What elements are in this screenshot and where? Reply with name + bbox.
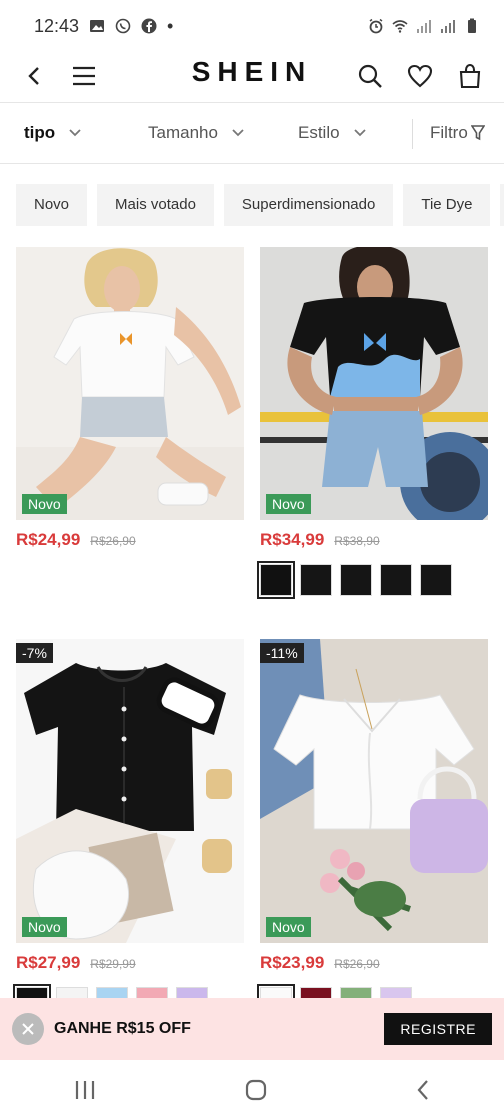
facebook-icon [141, 18, 157, 34]
quick-filter-chips: Novo Mais votado Superdimensionado Tie Dye [16, 184, 504, 226]
product-photo-4 [260, 639, 488, 943]
new-badge: Novo [22, 917, 67, 937]
home-icon[interactable] [244, 1078, 268, 1102]
sale-price: R$27,99 [16, 953, 81, 972]
color-swatches [257, 561, 488, 599]
product-photo-1 [16, 247, 244, 520]
filter-divider [412, 119, 413, 149]
price-row: R$27,99 R$29,99 [16, 953, 244, 973]
price-row: R$24,99 R$26,90 [16, 530, 244, 550]
signal-icon [417, 20, 431, 33]
wishlist-heart-icon[interactable] [402, 58, 438, 94]
promo-text: GANHE R$15 OFF [54, 1020, 191, 1037]
filter-style[interactable]: Estilo [298, 103, 366, 163]
chip-new[interactable]: Novo [16, 184, 88, 226]
discount-badge: -11% [260, 643, 304, 663]
close-icon[interactable] [12, 1013, 44, 1045]
alarm-icon [369, 18, 383, 34]
filter-type[interactable]: tipo [24, 103, 81, 163]
filter-size[interactable]: Tamanho [148, 103, 244, 163]
status-dot: • [167, 15, 174, 36]
new-badge: Novo [22, 494, 67, 514]
gallery-icon [90, 20, 105, 32]
product-image[interactable]: -11% Novo [260, 639, 488, 943]
color-swatch[interactable] [380, 564, 412, 596]
product-card[interactable]: -7% Novo R$27,99 R$29,99 [13, 639, 244, 1022]
color-swatch[interactable] [257, 561, 295, 599]
back-nav-icon[interactable] [415, 1079, 431, 1101]
chip-tie-dye[interactable]: Tie Dye [403, 184, 491, 226]
product-card[interactable]: -11% Novo R$23,99 R$26,90 [257, 639, 488, 1022]
original-price: R$26,90 [90, 534, 136, 548]
chevron-down-icon [232, 129, 244, 137]
chevron-down-icon [353, 129, 366, 137]
funnel-icon [470, 125, 485, 141]
sale-price: R$24,99 [16, 530, 81, 549]
filter-size-label: Tamanho [148, 123, 218, 142]
system-nav-bar [0, 1060, 504, 1120]
chip-top-rated[interactable]: Mais votado [97, 184, 214, 226]
price-row: R$23,99 R$26,90 [260, 953, 488, 973]
sale-price: R$23,99 [260, 953, 325, 972]
product-image[interactable]: -7% Novo [16, 639, 244, 943]
product-photo-3 [16, 639, 244, 943]
filter-type-label: tipo [24, 123, 56, 142]
shopping-bag-icon[interactable] [452, 58, 488, 94]
chip-oversized[interactable]: Superdimensionado [223, 184, 394, 226]
product-image[interactable]: Novo [16, 247, 244, 520]
back-icon[interactable] [16, 58, 52, 94]
original-price: R$38,90 [334, 534, 380, 548]
filter-button[interactable]: Filtro [430, 103, 485, 163]
sale-price: R$34,99 [260, 530, 325, 549]
filter-button-label: Filtro [430, 123, 468, 142]
color-swatch[interactable] [340, 564, 372, 596]
color-swatch[interactable] [300, 564, 332, 596]
original-price: R$29,99 [90, 957, 136, 971]
filter-style-label: Estilo [298, 123, 340, 142]
product-card[interactable]: Novo R$24,99 R$26,90 [16, 247, 244, 550]
register-button[interactable]: REGISTRE [384, 1013, 492, 1045]
product-photo-2 [260, 247, 488, 520]
wifi-icon [392, 20, 408, 33]
app-header: SHEIN [0, 52, 504, 102]
color-swatch[interactable] [420, 564, 452, 596]
product-image[interactable]: Novo [260, 247, 488, 520]
battery-icon [468, 18, 476, 33]
discount-badge: -7% [16, 643, 53, 663]
new-badge: Novo [266, 917, 311, 937]
status-time: 12:43 [34, 15, 80, 36]
promo-banner: GANHE R$15 OFF REGISTRE [0, 998, 504, 1060]
filter-bar: tipo Tamanho Estilo Filtro [0, 102, 504, 164]
new-badge: Novo [266, 494, 311, 514]
chip-more[interactable] [500, 184, 504, 226]
original-price: R$26,90 [334, 957, 380, 971]
menu-icon[interactable] [66, 58, 102, 94]
search-icon[interactable] [352, 58, 388, 94]
price-row: R$34,99 R$38,90 [260, 530, 488, 550]
chevron-down-icon [69, 129, 81, 137]
whatsapp-icon [115, 18, 131, 34]
product-card[interactable]: Novo R$34,99 R$38,90 [257, 247, 488, 599]
signal-icon-2 [441, 20, 455, 33]
status-bar: 12:43 • [0, 0, 504, 52]
recent-apps-icon[interactable] [73, 1079, 97, 1101]
